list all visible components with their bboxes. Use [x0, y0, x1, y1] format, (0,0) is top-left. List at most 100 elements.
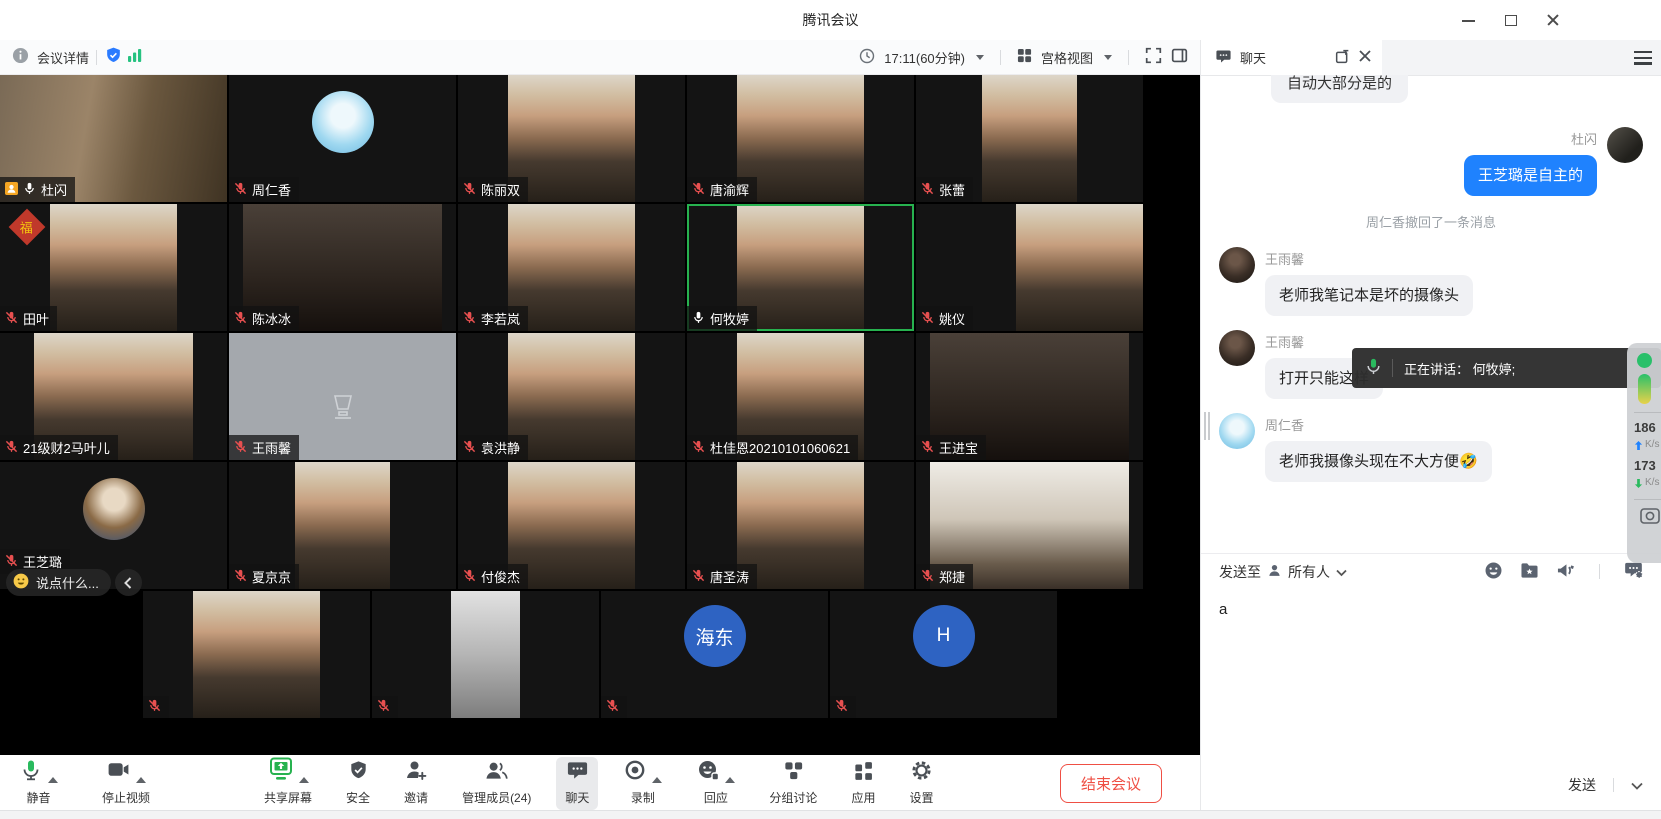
chat-input[interactable]: a — [1201, 589, 1661, 739]
video-tile-袁洪静[interactable]: 袁洪静 — [458, 333, 685, 460]
chevron-down-icon[interactable] — [1336, 564, 1347, 580]
chat-resize-handle[interactable] — [1204, 412, 1210, 440]
close-button[interactable] — [1545, 12, 1561, 28]
video-tile-唐圣涛[interactable]: 唐圣涛 — [687, 462, 914, 589]
toolbar-item-apps[interactable]: 应用 — [842, 757, 884, 810]
send-button[interactable]: 发送 — [1568, 775, 1596, 795]
video-tile-杜佳恩20210101060621[interactable]: 杜佳恩20210101060621 — [687, 333, 914, 460]
participant-name: 姚仪 — [939, 309, 965, 328]
avatar — [1607, 127, 1643, 163]
chevron-up-icon[interactable] — [725, 777, 735, 783]
toolbar-item-breakout[interactable]: 分组讨论 — [760, 757, 826, 810]
toolbar-item-label: 邀请 — [404, 789, 428, 806]
smiley-icon[interactable] — [13, 573, 29, 592]
message-bubble: 老师我笔记本是坏的摄像头 — [1265, 275, 1473, 316]
participant-name-label: 张蕾 — [916, 177, 973, 202]
bottom-toolbar: 静音停止视频 共享屏幕安全邀请 管理成员(24) 聊天录制 回应分组讨论 应用设置 结束会… — [0, 755, 1200, 811]
video-tile[interactable]: 海东 — [601, 591, 828, 718]
signal-icon[interactable] — [127, 48, 143, 66]
level-pill-icon — [1638, 374, 1651, 404]
host-icon — [5, 182, 18, 198]
quick-chat-bar[interactable]: 说点什么... — [6, 569, 142, 596]
chat-system-message: 周仁香撤回了一条消息 — [1219, 212, 1643, 231]
video-tile-夏京京[interactable]: 夏京京 — [229, 462, 456, 589]
chat-settings-icon[interactable] — [1624, 561, 1643, 582]
video-tile-陈冰冰[interactable]: 陈冰冰 — [229, 204, 456, 331]
menu-icon[interactable] — [1634, 51, 1652, 65]
quick-chat-input[interactable]: 说点什么... — [6, 569, 111, 596]
minimize-button[interactable] — [1461, 12, 1477, 28]
grid-view-icon — [1017, 48, 1032, 66]
chevron-up-icon[interactable] — [652, 777, 662, 783]
emoji-icon[interactable] — [1484, 561, 1503, 583]
meeting-details-button[interactable]: 会议详情 — [12, 47, 89, 67]
video-tile[interactable] — [372, 591, 599, 718]
participant-name-label: 王雨馨 — [229, 435, 299, 460]
participant-name: 杜佳恩20210101060621 — [710, 438, 850, 457]
video-tile-21级财2马叶儿[interactable]: 21级财2马叶儿 — [0, 333, 227, 460]
toolbar-item-members[interactable]: 管理成员(24) — [453, 757, 540, 810]
time-dropdown-caret[interactable] — [976, 55, 984, 60]
chevron-up-icon[interactable] — [299, 777, 309, 783]
video-tile[interactable]: H — [830, 591, 1057, 718]
favorites-folder-icon[interactable] — [1520, 562, 1539, 582]
shield-check-icon[interactable] — [104, 46, 123, 68]
fullscreen-icon[interactable] — [1145, 47, 1162, 67]
toolbar-item-screenshare[interactable]: 共享屏幕 — [255, 757, 321, 810]
invite-icon — [404, 758, 428, 787]
sender-name: 杜闪 — [1464, 129, 1597, 148]
toolbar-item-invite[interactable]: 邀请 — [395, 757, 437, 810]
toolbar-item-label: 分组讨论 — [769, 789, 817, 806]
avatar — [83, 478, 145, 540]
toolbar-item-reaction[interactable]: 回应 — [687, 757, 744, 810]
mic-muted-icon — [463, 569, 476, 585]
layout-toggle-icon[interactable] — [1171, 47, 1188, 67]
video-tile-付俊杰[interactable]: 付俊杰 — [458, 462, 685, 589]
toolbar-item-camera[interactable]: 停止视频 — [93, 757, 159, 810]
video-tile-张蕾[interactable]: 张蕾 — [916, 75, 1143, 202]
video-tile-王雨馨[interactable]: 王雨馨 — [229, 333, 456, 460]
chevron-up-icon[interactable] — [48, 777, 58, 783]
video-tile-杜闪[interactable]: 杜闪 — [0, 75, 227, 202]
participant-name: 陈丽双 — [481, 180, 520, 199]
side-utility-widget[interactable]: 186 K/s 173 K/s — [1627, 343, 1661, 563]
close-icon[interactable] — [1358, 49, 1372, 66]
announcement-icon[interactable] — [1556, 562, 1575, 582]
participant-name-label: 陈冰冰 — [229, 306, 299, 331]
video-tile-郑捷[interactable]: 郑捷 — [916, 462, 1143, 589]
send-options-chevron-icon[interactable] — [1631, 777, 1643, 793]
chat-bubble-icon — [1215, 48, 1232, 68]
meeting-time: 17:11(60分钟) — [884, 48, 965, 67]
chevron-up-icon[interactable] — [136, 777, 146, 783]
toolbar-item-shield[interactable]: 安全 — [337, 757, 379, 810]
video-tile-唐渝辉[interactable]: 唐渝辉 — [687, 75, 914, 202]
chat-tab[interactable]: 聊天 — [1201, 40, 1382, 75]
toolbar-item-mic-on[interactable]: 静音 — [10, 757, 67, 810]
mic-muted-icon — [377, 699, 390, 715]
video-tile-周仁香[interactable]: 周仁香 — [229, 75, 456, 202]
video-tile-何牧婷[interactable]: 何牧婷 — [687, 204, 914, 331]
video-tile-姚仪[interactable]: 姚仪 — [916, 204, 1143, 331]
send-to-value[interactable]: 所有人 — [1288, 562, 1330, 582]
end-meeting-button[interactable]: 结束会议 — [1060, 764, 1162, 803]
view-mode-label[interactable]: 宫格视图 — [1041, 48, 1093, 67]
video-tile-田叶[interactable]: 福田叶 — [0, 204, 227, 331]
toolbar-item-record[interactable]: 录制 — [614, 757, 671, 810]
maximize-button[interactable] — [1503, 12, 1519, 28]
chat-messages[interactable]: 自动大部分是的杜闪王芝璐是自主的周仁香撤回了一条消息王雨馨老师我笔记本是坏的摄像… — [1201, 75, 1661, 553]
popout-icon[interactable] — [1335, 49, 1350, 67]
video-tile-王进宝[interactable]: 王进宝 — [916, 333, 1143, 460]
toolbar-item-label: 录制 — [631, 789, 655, 806]
toolbar-item-settings[interactable]: 设置 — [900, 757, 942, 810]
mic-icon — [1366, 358, 1381, 378]
toolbar-item-chat[interactable]: 聊天 — [556, 757, 598, 810]
participant-name: 陈冰冰 — [252, 309, 291, 328]
video-tile-李若岚[interactable]: 李若岚 — [458, 204, 685, 331]
participant-name-label: 唐圣涛 — [687, 564, 757, 589]
view-dropdown-caret[interactable] — [1104, 55, 1112, 60]
camera-icon[interactable] — [1640, 508, 1660, 529]
video-tile[interactable] — [143, 591, 370, 718]
video-tile-陈丽双[interactable]: 陈丽双 — [458, 75, 685, 202]
chat-panel: 聊天 自动大部分是的杜闪王芝璐是自主的周仁香撤回了一条消息王雨馨老师我笔记本是坏… — [1200, 40, 1661, 811]
collapse-left-icon[interactable] — [115, 569, 142, 596]
